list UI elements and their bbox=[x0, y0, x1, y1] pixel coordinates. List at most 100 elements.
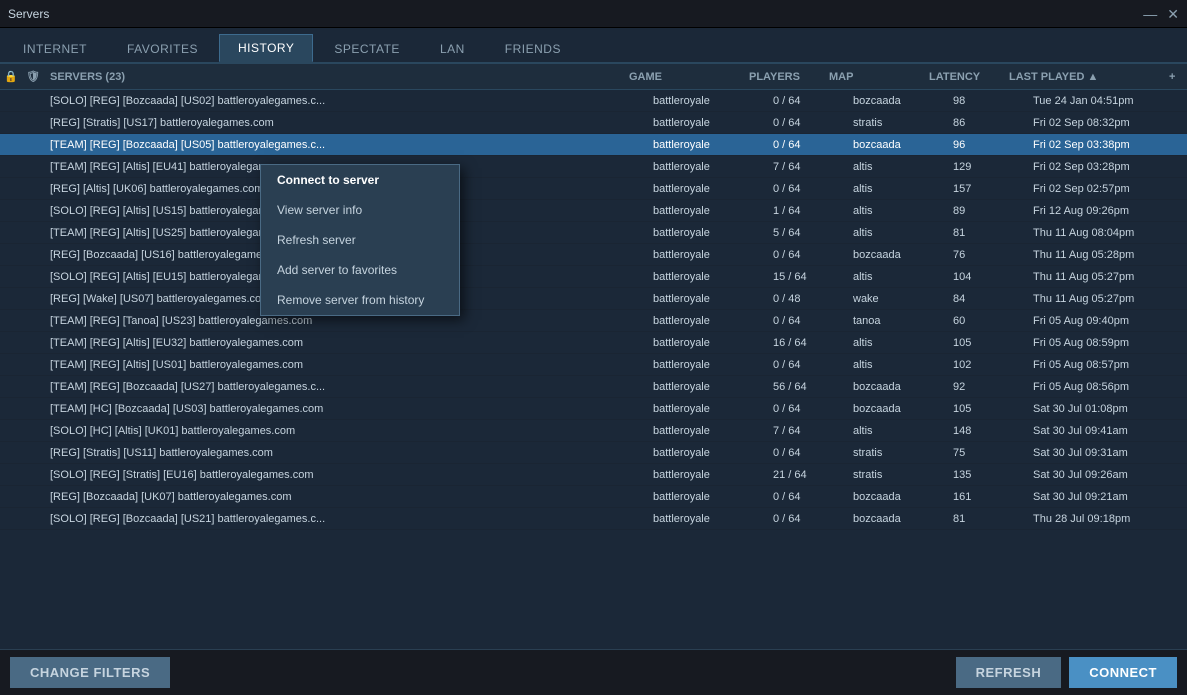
table-row[interactable]: [TEAM] [REG] [Altis] [US01] battleroyale… bbox=[0, 354, 1187, 376]
table-row[interactable]: [TEAM] [REG] [Bozcaada] [US27] battleroy… bbox=[0, 376, 1187, 398]
td-map: wake bbox=[847, 293, 947, 305]
table-row[interactable]: [TEAM] [REG] [Altis] [EU32] battleroyale… bbox=[0, 332, 1187, 354]
td-latency: 129 bbox=[947, 161, 1027, 173]
th-game[interactable]: GAME bbox=[623, 71, 743, 83]
td-latency: 135 bbox=[947, 469, 1027, 481]
td-map: altis bbox=[847, 359, 947, 371]
td-server-name: [TEAM] [REG] [Altis] [US01] battleroyale… bbox=[44, 359, 647, 371]
table-row[interactable]: [TEAM] [REG] [Bozcaada] [US05] battleroy… bbox=[0, 134, 1187, 156]
table-row[interactable]: [SOLO] [REG] [Altis] [EU15] battleroyale… bbox=[0, 266, 1187, 288]
td-players: 0 / 64 bbox=[767, 513, 847, 525]
context-menu-item-remove[interactable]: Remove server from history bbox=[261, 285, 459, 315]
th-lastplayed[interactable]: LAST PLAYED ▲ bbox=[1003, 71, 1163, 83]
tab-spectate[interactable]: SPECTATE bbox=[315, 35, 419, 62]
refresh-button[interactable]: REFRESH bbox=[956, 657, 1062, 688]
table-row[interactable]: [TEAM] [HC] [Bozcaada] [US03] battleroya… bbox=[0, 398, 1187, 420]
td-game: battleroyale bbox=[647, 293, 767, 305]
td-lastplayed: Sat 30 Jul 09:31am bbox=[1027, 447, 1187, 459]
tab-internet[interactable]: INTERNET bbox=[4, 35, 106, 62]
td-players: 0 / 64 bbox=[767, 491, 847, 503]
td-latency: 161 bbox=[947, 491, 1027, 503]
tab-lan[interactable]: LAN bbox=[421, 35, 484, 62]
td-lastplayed: Tue 24 Jan 04:51pm bbox=[1027, 95, 1187, 107]
td-players: 0 / 64 bbox=[767, 403, 847, 415]
td-server-name: [REG] [Bozcaada] [UK07] battleroyalegame… bbox=[44, 491, 647, 503]
table-row[interactable]: [REG] [Altis] [UK06] battleroyalegames.c… bbox=[0, 178, 1187, 200]
td-server-name: [SOLO] [REG] [Stratis] [EU16] battleroya… bbox=[44, 469, 647, 481]
td-lastplayed: Sat 30 Jul 01:08pm bbox=[1027, 403, 1187, 415]
table-row[interactable]: [TEAM] [REG] [Altis] [EU41] battleroyale… bbox=[0, 156, 1187, 178]
th-servers[interactable]: SERVERS (23) bbox=[44, 71, 623, 83]
th-lock: 🔒 bbox=[0, 70, 22, 83]
context-menu-item-addfav[interactable]: Add server to favorites bbox=[261, 255, 459, 285]
td-map: stratis bbox=[847, 117, 947, 129]
table-row[interactable]: [REG] [Bozcaada] [UK07] battleroyalegame… bbox=[0, 486, 1187, 508]
td-latency: 81 bbox=[947, 513, 1027, 525]
td-players: 15 / 64 bbox=[767, 271, 847, 283]
td-latency: 102 bbox=[947, 359, 1027, 371]
td-latency: 60 bbox=[947, 315, 1027, 327]
table-row[interactable]: [SOLO] [REG] [Altis] [US15] battleroyale… bbox=[0, 200, 1187, 222]
close-button[interactable]: ✕ bbox=[1167, 7, 1179, 21]
td-lastplayed: Thu 11 Aug 05:27pm bbox=[1027, 293, 1187, 305]
td-lastplayed: Sat 30 Jul 09:26am bbox=[1027, 469, 1187, 481]
table-row[interactable]: [TEAM] [REG] [Tanoa] [US23] battleroyale… bbox=[0, 310, 1187, 332]
table-row[interactable]: [SOLO] [REG] [Stratis] [EU16] battleroya… bbox=[0, 464, 1187, 486]
th-latency[interactable]: LATENCY bbox=[923, 71, 1003, 83]
td-lastplayed: Fri 05 Aug 08:59pm bbox=[1027, 337, 1187, 349]
th-vac: 🛡 bbox=[22, 70, 44, 83]
table-row[interactable]: [REG] [Bozcaada] [US16] battleroyalegame… bbox=[0, 244, 1187, 266]
td-players: 7 / 64 bbox=[767, 161, 847, 173]
td-map: altis bbox=[847, 161, 947, 173]
td-server-name: [TEAM] [HC] [Bozcaada] [US03] battleroya… bbox=[44, 403, 647, 415]
th-map[interactable]: MAP bbox=[823, 71, 923, 83]
td-players: 0 / 64 bbox=[767, 139, 847, 151]
td-lastplayed: Fri 02 Sep 02:57pm bbox=[1027, 183, 1187, 195]
td-lastplayed: Fri 02 Sep 03:38pm bbox=[1027, 139, 1187, 151]
td-game: battleroyale bbox=[647, 271, 767, 283]
td-game: battleroyale bbox=[647, 227, 767, 239]
td-lastplayed: Fri 05 Aug 09:40pm bbox=[1027, 315, 1187, 327]
context-menu: Connect to serverView server infoRefresh… bbox=[260, 164, 460, 316]
tab-history[interactable]: HISTORY bbox=[219, 34, 313, 62]
td-lastplayed: Thu 11 Aug 08:04pm bbox=[1027, 227, 1187, 239]
change-filters-button[interactable]: CHANGE FILTERS bbox=[10, 657, 170, 688]
td-players: 7 / 64 bbox=[767, 425, 847, 437]
tab-favorites[interactable]: FAVORITES bbox=[108, 35, 217, 62]
td-map: bozcaada bbox=[847, 95, 947, 107]
td-lastplayed: Sat 30 Jul 09:41am bbox=[1027, 425, 1187, 437]
td-map: bozcaada bbox=[847, 381, 947, 393]
td-game: battleroyale bbox=[647, 161, 767, 173]
context-menu-item-connect[interactable]: Connect to server bbox=[261, 165, 459, 195]
connect-button[interactable]: CONNECT bbox=[1069, 657, 1177, 688]
th-players[interactable]: PLAYERS bbox=[743, 71, 823, 83]
table-row[interactable]: [SOLO] [HC] [Altis] [UK01] battleroyaleg… bbox=[0, 420, 1187, 442]
td-map: altis bbox=[847, 337, 947, 349]
td-latency: 104 bbox=[947, 271, 1027, 283]
table-row[interactable]: [REG] [Wake] [US07] battleroyalegames.co… bbox=[0, 288, 1187, 310]
td-latency: 81 bbox=[947, 227, 1027, 239]
table-row[interactable]: [REG] [Stratis] [US11] battleroyalegames… bbox=[0, 442, 1187, 464]
td-map: tanoa bbox=[847, 315, 947, 327]
tab-friends[interactable]: FRIENDS bbox=[486, 35, 580, 62]
table-row[interactable]: [REG] [Stratis] [US17] battleroyalegames… bbox=[0, 112, 1187, 134]
context-menu-item-refresh[interactable]: Refresh server bbox=[261, 225, 459, 255]
th-add[interactable]: + bbox=[1163, 71, 1187, 83]
td-lastplayed: Thu 28 Jul 09:18pm bbox=[1027, 513, 1187, 525]
table-header: 🔒 🛡 SERVERS (23) GAME PLAYERS MAP LATENC… bbox=[0, 64, 1187, 90]
table-row[interactable]: [TEAM] [REG] [Altis] [US25] battleroyale… bbox=[0, 222, 1187, 244]
minimize-button[interactable]: — bbox=[1143, 7, 1157, 21]
td-players: 0 / 64 bbox=[767, 117, 847, 129]
td-lastplayed: Fri 02 Sep 08:32pm bbox=[1027, 117, 1187, 129]
table-row[interactable]: [SOLO] [REG] [Bozcaada] [US02] battleroy… bbox=[0, 90, 1187, 112]
title-bar-left: Servers bbox=[8, 7, 49, 21]
td-latency: 157 bbox=[947, 183, 1027, 195]
td-latency: 89 bbox=[947, 205, 1027, 217]
table-row[interactable]: [SOLO] [REG] [Bozcaada] [US21] battleroy… bbox=[0, 508, 1187, 530]
server-list[interactable]: [SOLO] [REG] [Bozcaada] [US02] battleroy… bbox=[0, 90, 1187, 650]
td-server-name: [TEAM] [REG] [Tanoa] [US23] battleroyale… bbox=[44, 315, 647, 327]
context-menu-item-viewinfo[interactable]: View server info bbox=[261, 195, 459, 225]
td-server-name: [SOLO] [HC] [Altis] [UK01] battleroyaleg… bbox=[44, 425, 647, 437]
lock-header-icon: 🔒 bbox=[4, 70, 18, 83]
td-server-name: [REG] [Stratis] [US17] battleroyalegames… bbox=[44, 117, 647, 129]
